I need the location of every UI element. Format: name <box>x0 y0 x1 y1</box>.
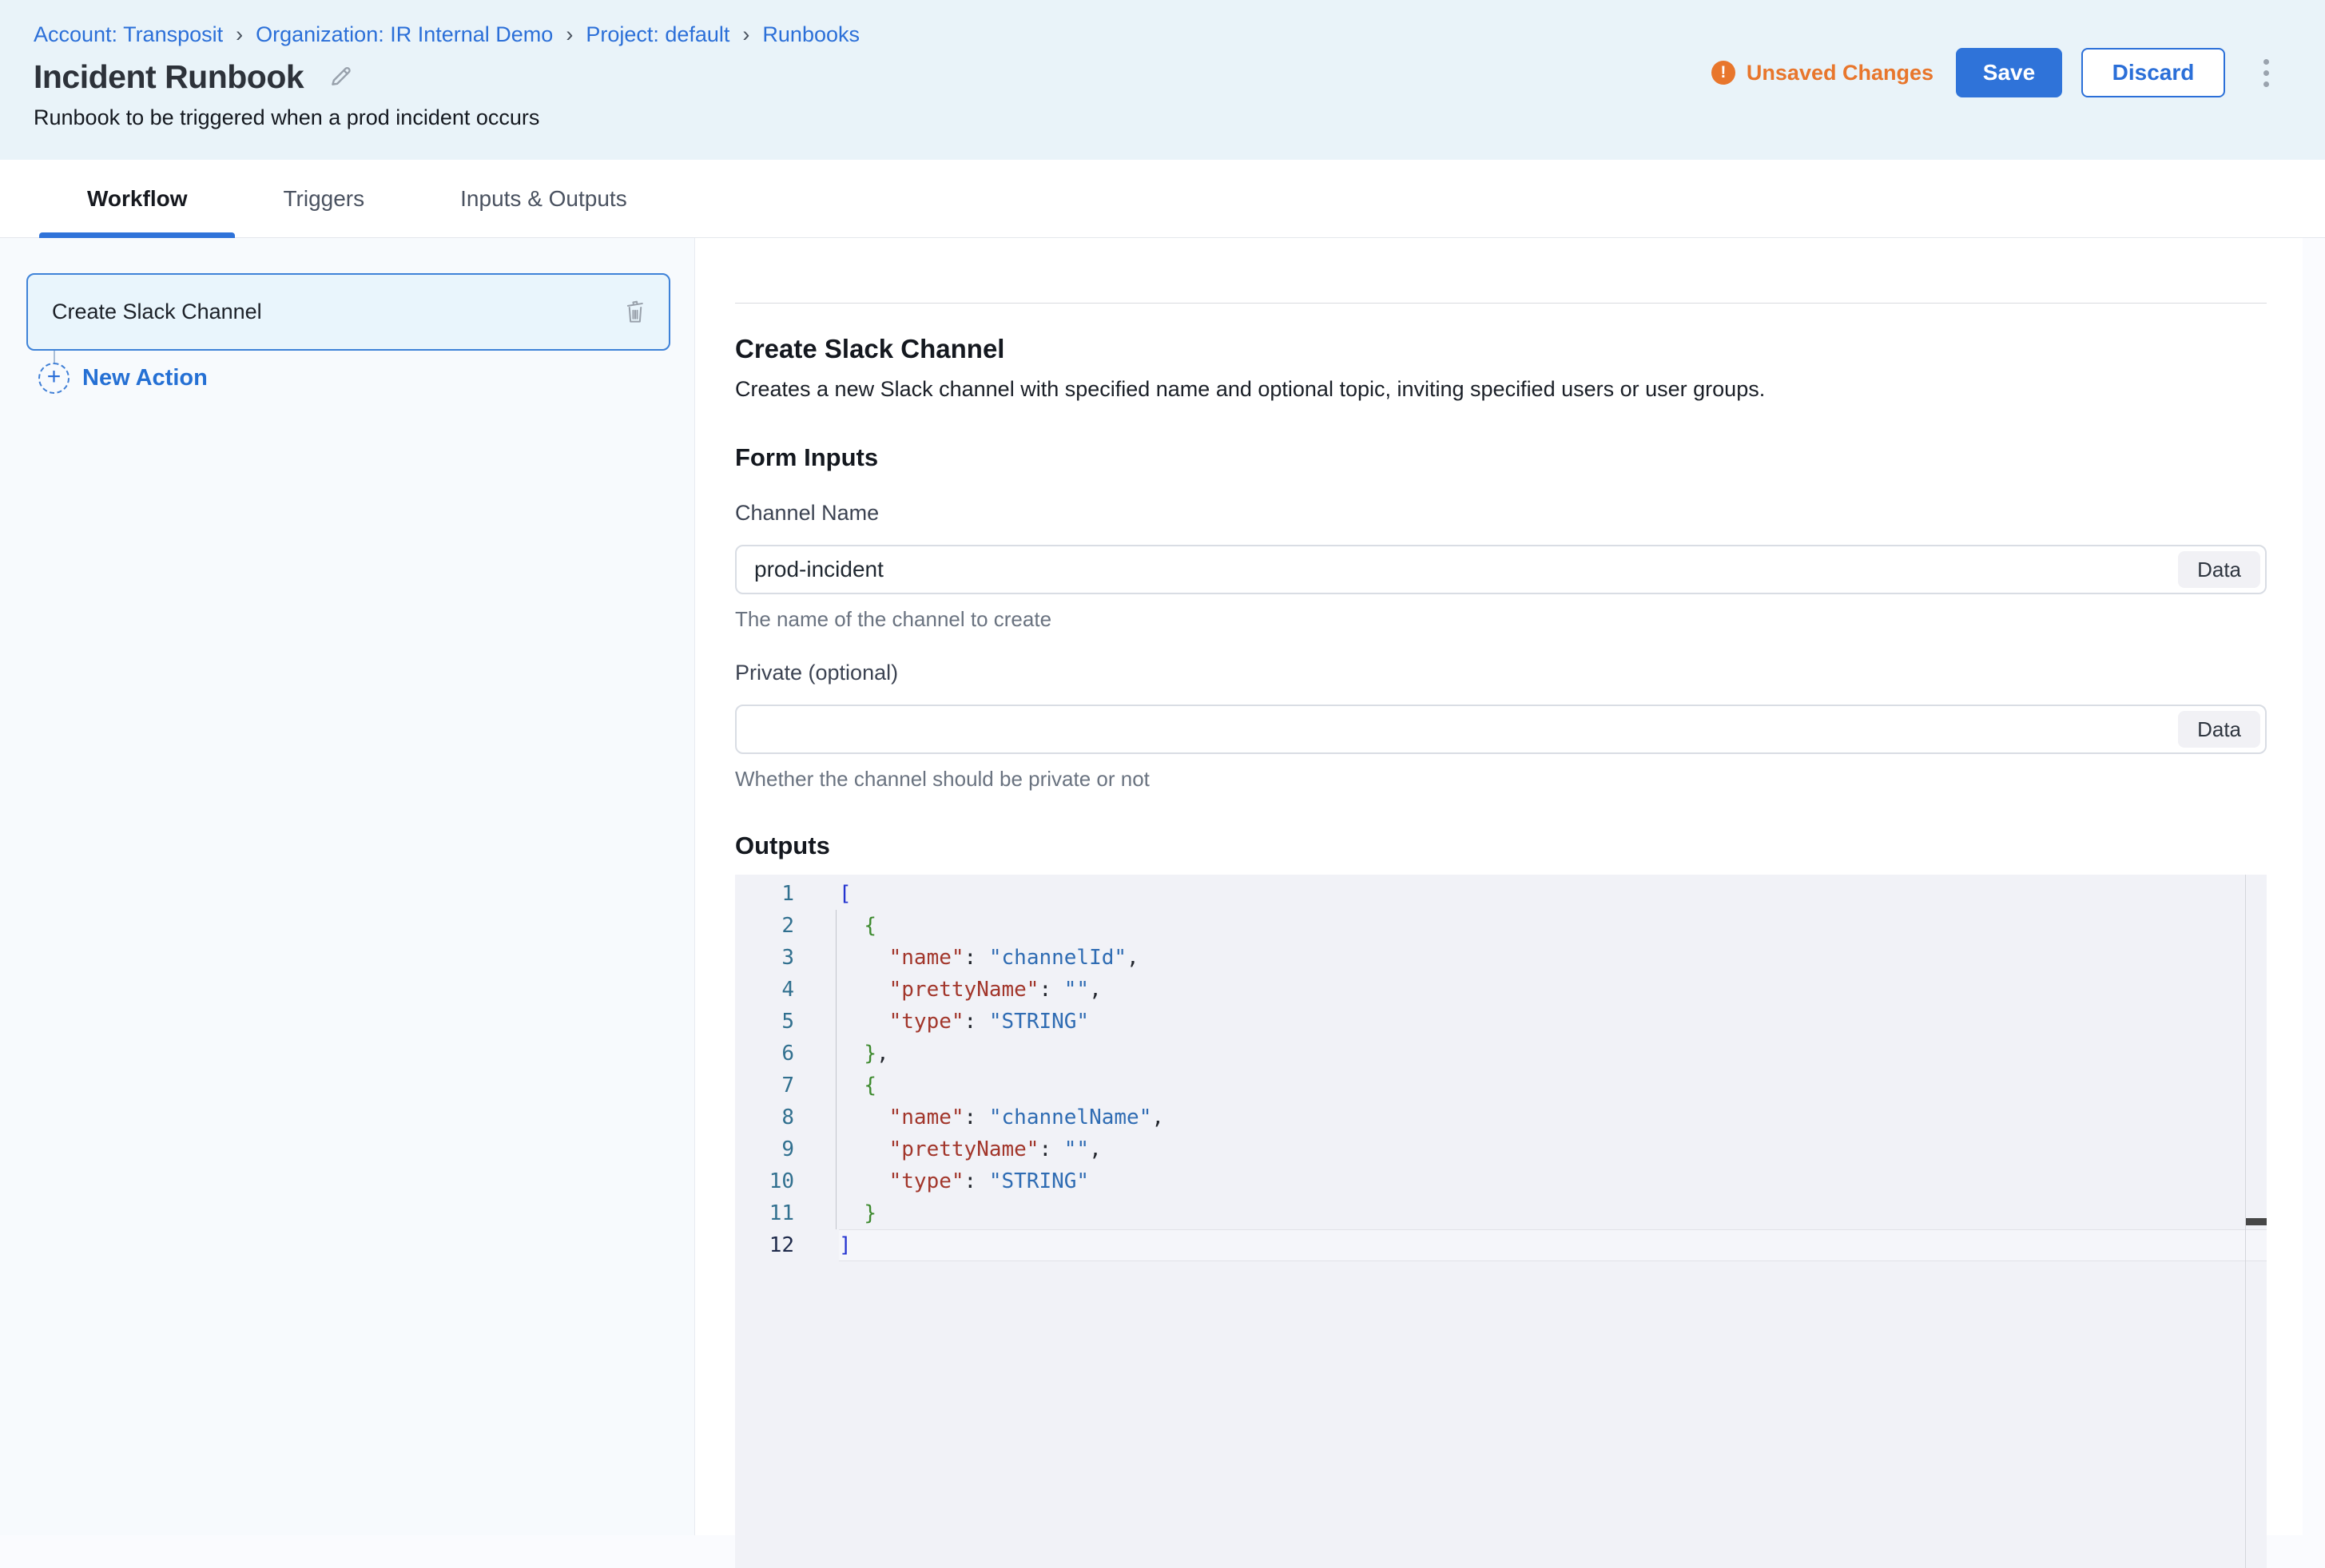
page-title: Incident Runbook <box>34 58 304 96</box>
private-optional-label: Private (optional) <box>735 661 2267 685</box>
code-text[interactable]: { <box>839 1070 2267 1102</box>
code-line-6: 6 }, <box>735 1038 2267 1070</box>
code-text[interactable]: } <box>839 1197 2267 1229</box>
code-line-11: 11 } <box>735 1197 2267 1229</box>
delete-action-button[interactable] <box>622 296 648 327</box>
line-number: 5 <box>735 1006 839 1038</box>
private-optional-data-button[interactable]: Data <box>2178 711 2260 748</box>
discard-button[interactable]: Discard <box>2081 48 2225 97</box>
code-text[interactable]: ] <box>839 1229 2267 1261</box>
workflow-steps-panel: Create Slack Channel + New Action <box>0 238 695 1535</box>
code-text[interactable]: { <box>839 910 2267 942</box>
trash-icon <box>622 296 648 327</box>
kebab-dot-icon <box>2263 59 2269 65</box>
tab-inputs-outputs[interactable]: Inputs & Outputs <box>412 160 675 237</box>
editor-scrollbar-mark <box>2246 1218 2267 1225</box>
code-text[interactable]: "type": "STRING" <box>839 1006 2267 1038</box>
new-action-button[interactable]: + New Action <box>38 363 670 394</box>
action-card-label: Create Slack Channel <box>52 300 262 324</box>
code-text[interactable]: [ <box>839 878 2267 910</box>
code-line-2: 2 { <box>735 910 2267 942</box>
plus-icon: + <box>38 363 70 394</box>
outputs-heading: Outputs <box>735 832 2267 860</box>
new-action-label: New Action <box>82 365 208 391</box>
line-number: 10 <box>735 1165 839 1197</box>
code-line-1: 1[ <box>735 878 2267 910</box>
private-optional-input-wrap: Data <box>735 705 2267 754</box>
code-text[interactable]: "prettyName": "", <box>839 974 2267 1006</box>
line-number: 11 <box>735 1197 839 1229</box>
line-number: 9 <box>735 1133 839 1165</box>
code-text[interactable]: "name": "channelId", <box>839 942 2267 974</box>
code-line-3: 3 "name": "channelId", <box>735 942 2267 974</box>
page-subtitle: Runbook to be triggered when a prod inci… <box>34 105 2325 130</box>
breadcrumb-separator-icon: › <box>566 22 573 47</box>
form-fields: Channel Name Data The name of the channel … <box>735 501 2267 792</box>
breadcrumb: Account: Transposit › Organization: IR Int… <box>34 0 2325 47</box>
content-area: Create Slack Channel + New Action <box>0 238 2325 1535</box>
pencil-icon <box>328 62 355 92</box>
code-text[interactable]: "prettyName": "", <box>839 1133 2267 1165</box>
code-lines: 1[2 {3 "name": "channelId",4 "prettyName… <box>735 875 2267 1261</box>
breadcrumb-link-organization-ir-internal-demo[interactable]: Organization: IR Internal Demo <box>256 22 553 47</box>
private-optional-helper-text: Whether the channel should be private or… <box>735 767 2267 792</box>
save-button[interactable]: Save <box>1956 48 2062 97</box>
line-number: 1 <box>735 878 839 910</box>
line-number: 3 <box>735 942 839 974</box>
tab-triggers[interactable]: Triggers <box>235 160 412 237</box>
code-text[interactable]: "type": "STRING" <box>839 1165 2267 1197</box>
channel-name-field: Channel Name Data The name of the channel … <box>735 501 2267 632</box>
kebab-dot-icon <box>2263 70 2269 76</box>
channel-name-input-wrap: Data <box>735 545 2267 594</box>
breadcrumb-link-project-default[interactable]: Project: default <box>586 22 729 47</box>
code-line-10: 10 "type": "STRING" <box>735 1165 2267 1197</box>
action-detail-panel: Create Slack Channel Creates a new Slack… <box>695 238 2303 1535</box>
tab-workflow[interactable]: Workflow <box>39 160 235 237</box>
more-options-button[interactable] <box>2254 53 2279 93</box>
code-line-8: 8 "name": "channelName", <box>735 1102 2267 1133</box>
line-number: 7 <box>735 1070 839 1102</box>
channel-name-input[interactable] <box>735 545 2267 594</box>
action-card-create-slack-channel[interactable]: Create Slack Channel <box>26 273 670 351</box>
channel-name-data-button[interactable]: Data <box>2178 551 2260 588</box>
code-line-9: 9 "prettyName": "", <box>735 1133 2267 1165</box>
action-detail-title: Create Slack Channel <box>735 334 2267 364</box>
code-line-12: 12] <box>735 1229 2267 1261</box>
code-line-5: 5 "type": "STRING" <box>735 1006 2267 1038</box>
breadcrumb-link-account-transposit[interactable]: Account: Transposit <box>34 22 223 47</box>
line-number: 12 <box>735 1229 839 1261</box>
edit-title-button[interactable] <box>328 62 355 92</box>
breadcrumb-separator-icon: › <box>236 22 243 47</box>
breadcrumb-separator-icon: › <box>742 22 749 47</box>
page-header: Account: Transposit › Organization: IR Int… <box>0 0 2325 160</box>
outputs-code-editor[interactable]: 1[2 {3 "name": "channelId",4 "prettyName… <box>735 875 2267 1568</box>
code-line-4: 4 "prettyName": "", <box>735 974 2267 1006</box>
channel-name-helper-text: The name of the channel to create <box>735 607 2267 632</box>
form-inputs-heading: Form Inputs <box>735 443 2267 472</box>
private-optional-field: Private (optional) Data Whether the channe… <box>735 661 2267 792</box>
alert-icon: ! <box>1711 61 1735 85</box>
private-optional-input[interactable] <box>735 705 2267 754</box>
breadcrumb-link-runbooks[interactable]: Runbooks <box>762 22 860 47</box>
line-number: 6 <box>735 1038 839 1070</box>
action-detail-description: Creates a new Slack channel with specifi… <box>735 377 2267 402</box>
kebab-dot-icon <box>2263 81 2269 87</box>
line-number: 4 <box>735 974 839 1006</box>
line-number: 8 <box>735 1102 839 1133</box>
header-actions: ! Unsaved Changes Save Discard <box>1711 48 2279 97</box>
workflow-connector-line <box>54 351 55 363</box>
code-line-7: 7 { <box>735 1070 2267 1102</box>
tab-bar: WorkflowTriggersInputs & Outputs <box>0 160 2325 238</box>
unsaved-changes-badge: ! Unsaved Changes <box>1711 61 1934 85</box>
code-text[interactable]: }, <box>839 1038 2267 1070</box>
top-divider <box>735 303 2267 304</box>
channel-name-label: Channel Name <box>735 501 2267 526</box>
line-number: 2 <box>735 910 839 942</box>
code-text[interactable]: "name": "channelName", <box>839 1102 2267 1133</box>
unsaved-changes-label: Unsaved Changes <box>1747 61 1934 85</box>
